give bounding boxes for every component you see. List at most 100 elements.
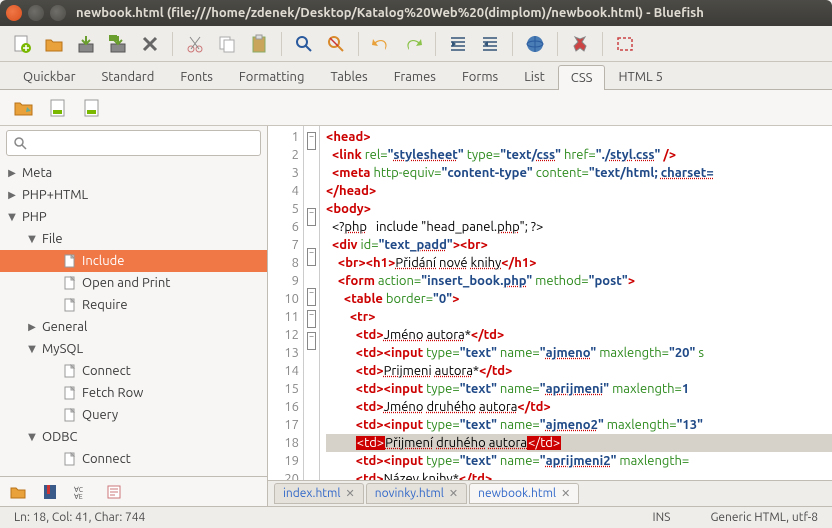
- tab-css[interactable]: CSS: [558, 65, 606, 90]
- tab-standard[interactable]: Standard: [89, 64, 168, 89]
- sidebar: ▶Meta▶PHP+HTML ▼ PHP ▼FileIncludeOpen and P…: [0, 126, 268, 506]
- tab-formatting[interactable]: Formatting: [226, 64, 318, 89]
- files-panel-icon[interactable]: [6, 480, 30, 504]
- tree-item-meta[interactable]: ▶Meta: [0, 162, 267, 184]
- preferences-icon[interactable]: [568, 32, 592, 56]
- tab-quickbar[interactable]: Quickbar: [10, 64, 89, 89]
- document-icon: [62, 385, 78, 401]
- css-new-icon[interactable]: [46, 96, 70, 120]
- tree-item-require[interactable]: Require: [0, 294, 267, 316]
- toolbar-separator: [602, 32, 603, 56]
- tree-item-include[interactable]: Include: [0, 250, 267, 272]
- sidebar-search[interactable]: [6, 130, 261, 156]
- sidebar-tree: ▶Meta▶PHP+HTML ▼ PHP ▼FileIncludeOpen and P…: [0, 160, 267, 476]
- tree-item-openandprint[interactable]: Open and Print: [0, 272, 267, 294]
- close-tab-icon[interactable]: ✕: [449, 487, 458, 500]
- css-toolbar: [0, 90, 832, 126]
- tree-arrow-icon: ▶: [26, 321, 38, 333]
- window-titlebar: newbook.html (file:///home/zdenek/Deskto…: [0, 0, 832, 26]
- tree-item-phphtml[interactable]: ▶PHP+HTML: [0, 184, 267, 206]
- tree-item-general[interactable]: ▶ General: [0, 316, 267, 338]
- doc-tab-label: newbook.html: [478, 487, 556, 500]
- main-toolbar: [0, 26, 832, 62]
- status-position: Ln: 18, Col: 41, Char: 744: [14, 511, 145, 524]
- doc-tab-novinky-html[interactable]: novinky.html ✕: [366, 483, 467, 504]
- line-gutter: 1234567891011121314151617181920: [268, 126, 304, 480]
- indent-icon[interactable]: [478, 32, 502, 56]
- source-content[interactable]: <head> <link rel="stylesheet" type="text…: [320, 126, 832, 480]
- tree-item-fetchrow[interactable]: Fetch Row: [0, 382, 267, 404]
- tree-item-connect[interactable]: Connect: [0, 448, 267, 470]
- document-icon: [62, 275, 78, 291]
- tree-label: General: [42, 320, 87, 334]
- charmap-panel-icon[interactable]: ∀C∀E: [70, 480, 94, 504]
- save-as-icon[interactable]: [106, 32, 130, 56]
- document-icon: [62, 363, 78, 379]
- tree-arrow-icon: ▼: [26, 343, 38, 355]
- tree-label: MySQL: [42, 342, 83, 356]
- redo-icon[interactable]: [401, 32, 425, 56]
- search-icon[interactable]: [292, 32, 316, 56]
- doc-tab-newbook-html[interactable]: newbook.html ✕: [469, 483, 579, 504]
- feature-tabs: QuickbarStandardFontsFormattingTablesFra…: [0, 62, 832, 90]
- sidebar-search-input[interactable]: [32, 136, 254, 150]
- doc-tab-label: index.html: [283, 487, 341, 500]
- tree-label: Query: [82, 408, 118, 422]
- paste-icon[interactable]: [247, 32, 271, 56]
- document-tabs: index.html ✕ novinky.html ✕ newbook.html ✕: [268, 480, 832, 506]
- bookmarks-panel-icon[interactable]: [38, 480, 62, 504]
- editor-area: 1234567891011121314151617181920 −−−−−− <…: [268, 126, 832, 506]
- tab-fonts[interactable]: Fonts: [167, 64, 226, 89]
- tab-forms[interactable]: Forms: [449, 64, 511, 89]
- status-bar: Ln: 18, Col: 41, Char: 744 INS Generic H…: [0, 506, 832, 528]
- fold-gutter[interactable]: −−−−−−: [304, 126, 320, 480]
- tree-label: ODBC: [42, 430, 78, 444]
- unindent-icon[interactable]: [446, 32, 470, 56]
- document-icon: [62, 451, 78, 467]
- main-area: ▶Meta▶PHP+HTML ▼ PHP ▼FileIncludeOpen and P…: [0, 126, 832, 506]
- tree-item-connect[interactable]: Connect: [0, 360, 267, 382]
- css-doc-icon[interactable]: [80, 96, 104, 120]
- close-tab-icon[interactable]: ✕: [346, 487, 355, 500]
- tree-label: PHP: [22, 210, 47, 224]
- save-icon[interactable]: [74, 32, 98, 56]
- tab-list[interactable]: List: [511, 64, 558, 89]
- tree-arrow-icon: ▶: [6, 167, 18, 179]
- close-file-icon[interactable]: [138, 32, 162, 56]
- status-insert-mode[interactable]: INS: [653, 511, 671, 524]
- tree-item-query[interactable]: Query: [0, 404, 267, 426]
- tree-label: Connect: [82, 364, 131, 378]
- fullscreen-icon[interactable]: [613, 32, 637, 56]
- undo-icon[interactable]: [369, 32, 393, 56]
- tree-label: Require: [82, 298, 128, 312]
- tab-tables[interactable]: Tables: [317, 64, 380, 89]
- tree-arrow-icon: ▼: [26, 431, 38, 443]
- tree-item-odbc[interactable]: ▼ ODBC: [0, 426, 267, 448]
- tab-frames[interactable]: Frames: [381, 64, 449, 89]
- tree-arrow-icon: ▶: [6, 189, 18, 201]
- new-file-icon[interactable]: [10, 32, 34, 56]
- find-replace-icon[interactable]: [324, 32, 348, 56]
- cut-icon[interactable]: [183, 32, 207, 56]
- window-maximize-button[interactable]: [50, 5, 66, 21]
- doc-tab-index-html[interactable]: index.html ✕: [274, 483, 364, 504]
- window-close-button[interactable]: [6, 5, 22, 21]
- toolbar-separator: [512, 32, 513, 56]
- tree-arrow-icon: ▼: [6, 211, 18, 223]
- doc-tab-label: novinky.html: [375, 487, 444, 500]
- css-folder-icon[interactable]: [12, 96, 36, 120]
- close-tab-icon[interactable]: ✕: [561, 487, 570, 500]
- document-icon: [62, 297, 78, 313]
- toolbar-separator: [557, 32, 558, 56]
- status-file-mode[interactable]: Generic HTML, utf-8: [710, 511, 818, 524]
- snippets-panel-icon[interactable]: [102, 480, 126, 504]
- browser-preview-icon[interactable]: [523, 32, 547, 56]
- tree-item-file[interactable]: ▼File: [0, 228, 267, 250]
- code-editor[interactable]: 1234567891011121314151617181920 −−−−−− <…: [268, 126, 832, 480]
- open-file-icon[interactable]: [42, 32, 66, 56]
- tab-html5[interactable]: HTML 5: [605, 64, 676, 89]
- window-minimize-button[interactable]: [28, 5, 44, 21]
- tree-item-php[interactable]: ▼ PHP: [0, 206, 267, 228]
- tree-item-mysql[interactable]: ▼ MySQL: [0, 338, 267, 360]
- copy-icon[interactable]: [215, 32, 239, 56]
